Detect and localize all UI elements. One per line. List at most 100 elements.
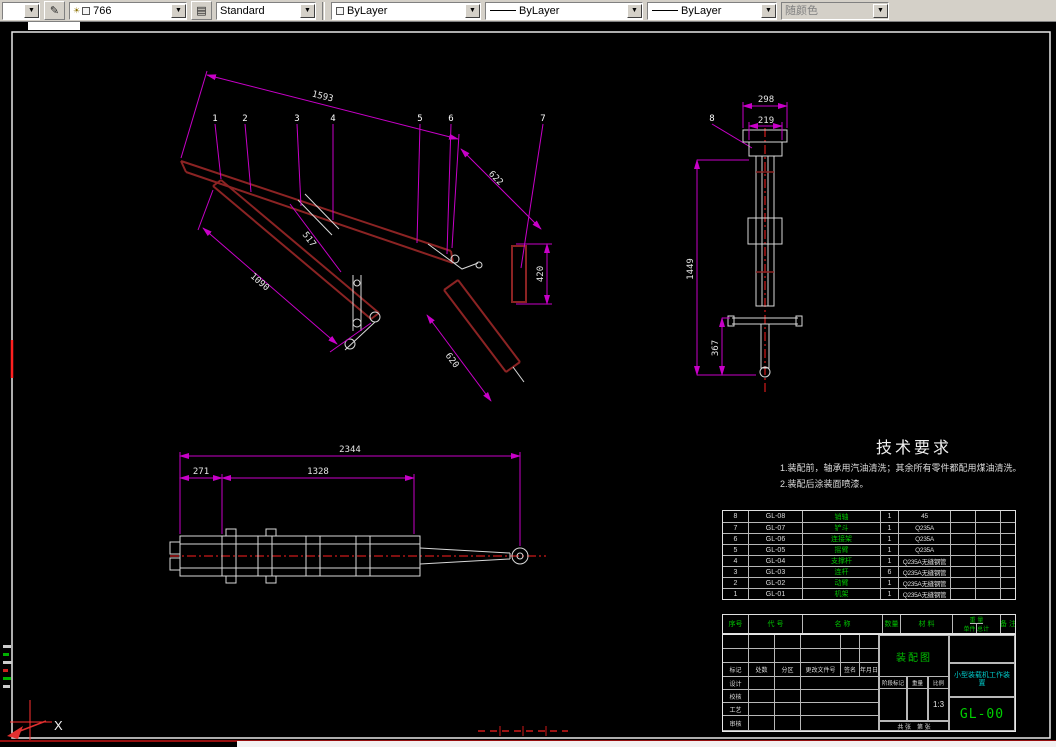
- bom-name: 机架: [803, 589, 881, 599]
- bom-unit-weight: [951, 556, 976, 566]
- bom-qty: 1: [881, 545, 899, 555]
- end-view-dimension-texts: 298 219 1449 367: [686, 95, 774, 356]
- color-swatch-icon: [336, 6, 344, 15]
- balloon-5: 5: [417, 114, 422, 124]
- bom-name: 销轴: [803, 511, 881, 522]
- bom-code: GL-05: [749, 545, 803, 555]
- chevron-down-icon[interactable]: ▼: [627, 3, 642, 18]
- bom-header-total-weight: 总计: [977, 627, 990, 633]
- bottom-scroll-strip[interactable]: [237, 741, 1056, 747]
- bom-total-weight: [976, 545, 1001, 555]
- chevron-down-icon: ▼: [873, 3, 888, 18]
- color-combo[interactable]: ByLayer ▼: [331, 1, 481, 20]
- bom-header-material: 材 料: [901, 615, 953, 633]
- bom-total-weight: [976, 589, 1001, 599]
- signature-grid: 设计 校核 工艺 审核: [723, 677, 879, 731]
- bom-row: 8 GL-08 销轴 1 45: [723, 511, 1015, 522]
- dim-620: 620: [443, 351, 461, 370]
- layer-on-icon: ☀: [73, 5, 81, 15]
- layer-combo[interactable]: ☀ 766 ▼: [69, 1, 187, 20]
- label-scale: 比例: [928, 677, 949, 689]
- scale-value: 1:3: [928, 689, 949, 721]
- bom-header-row: 序号 代 号 名 称 数量 材 料 重 量 单件 总计 备 注: [722, 614, 1016, 634]
- bom-row: 5 GL-05 摇臂 1 Q235A: [723, 544, 1015, 555]
- bom-remark: [1001, 523, 1015, 533]
- ucs-x-label: X: [54, 718, 63, 733]
- bom-header-remark: 备 注: [1001, 621, 1015, 628]
- bom-remark: [1001, 545, 1015, 555]
- dim-1449: 1449: [686, 258, 696, 280]
- bom-unit-weight: [951, 523, 976, 533]
- bom-total-weight: [976, 567, 1001, 577]
- bom-unit-weight: [951, 511, 976, 522]
- bom-code: GL-02: [749, 578, 803, 588]
- bom-name: 支撑杆: [803, 556, 881, 566]
- tech-requirements-title: 技术要求: [875, 440, 952, 457]
- org-cell: [949, 635, 1015, 663]
- dim-271: 271: [193, 467, 209, 477]
- layer-color-chip-icon: [82, 6, 91, 15]
- side-view-dimensions: [180, 70, 552, 402]
- label-approve: 审核: [723, 716, 749, 731]
- tech-requirements-line-2: 2.装配后涂装面喷漆。: [780, 479, 869, 489]
- layer-manager-button[interactable]: ▤: [191, 1, 212, 20]
- lineweight-combo[interactable]: ByLayer ▼: [647, 1, 777, 20]
- title-block: 标记 处数 分区 更改文件号 签名 年月日 设计 校核 工艺 审核 装配图 阶段…: [722, 634, 1016, 732]
- bom-remark: [1001, 578, 1015, 588]
- bom-no: 7: [723, 523, 749, 533]
- bom-header-qty: 数量: [883, 615, 901, 633]
- balloon-numbers: 1 2 3 4 5 6 7 8: [212, 114, 714, 124]
- chevron-down-icon[interactable]: ▼: [465, 3, 480, 18]
- bom-no: 6: [723, 534, 749, 544]
- bom-name: 动臂: [803, 578, 881, 588]
- balloon-2: 2: [242, 114, 247, 124]
- ucs-mini-combo[interactable]: ▼: [2, 1, 40, 20]
- label-process: 工艺: [723, 703, 749, 716]
- weight-value: [907, 689, 928, 721]
- linetype-combo[interactable]: ByLayer ▼: [485, 1, 643, 20]
- label-sign: 签名: [841, 663, 860, 677]
- bom-no: 2: [723, 578, 749, 588]
- bom-no: 5: [723, 545, 749, 555]
- project-name-cell: 小型装载机工作装置: [949, 663, 1015, 697]
- sheets-cell: 共 张 第 张: [879, 721, 949, 731]
- layer-previous-button[interactable]: ✎: [44, 1, 65, 20]
- revision-grid: 标记 处数 分区 更改文件号 签名 年月日: [723, 635, 879, 677]
- bom-code: GL-08: [749, 511, 803, 522]
- bom-unit-weight: [951, 545, 976, 555]
- balloon-1: 1: [212, 114, 217, 124]
- bom-qty: 1: [881, 534, 899, 544]
- bom-name: 铲斗: [803, 523, 881, 533]
- left-edge-marks: [3, 645, 12, 693]
- lineweight-combo-value: ByLayer: [681, 4, 722, 17]
- bom-material: Q235A无缝钢管: [899, 567, 951, 577]
- bom-material: Q235A: [899, 545, 951, 555]
- dim-367: 367: [711, 340, 721, 356]
- plotstyle-combo-value: 随颜色: [785, 4, 818, 17]
- plan-view-dimensions: [179, 452, 521, 546]
- label-stage: 阶段标记: [879, 677, 907, 689]
- bom-table: 8 GL-08 销轴 1 45 7 GL-07 铲斗 1 Q235A 6 GL-06 连接架 1 Q23…: [722, 510, 1016, 600]
- bom-no: 1: [723, 589, 749, 599]
- bom-material: Q235A: [899, 534, 951, 544]
- balloon-3: 3: [294, 114, 299, 124]
- chevron-down-icon[interactable]: ▼: [761, 3, 776, 18]
- plan-view-dimension-texts: 2344 271 1328: [193, 445, 361, 477]
- balloon-4: 4: [330, 114, 335, 124]
- dim-420: 420: [536, 266, 546, 282]
- chevron-down-icon[interactable]: ▼: [300, 3, 315, 18]
- bom-name: 摇臂: [803, 545, 881, 555]
- bom-material: Q235A无缝钢管: [899, 589, 951, 599]
- bom-header-weight-group: 重 量 单件 总计: [953, 615, 1001, 633]
- bom-remark: [1001, 567, 1015, 577]
- chevron-down-icon[interactable]: ▼: [171, 3, 186, 18]
- text-style-combo[interactable]: Standard ▼: [216, 1, 316, 20]
- layer-state-icons: ☀: [70, 5, 91, 15]
- side-view-dimension-texts: 1593 622 517 1090 420 620: [248, 90, 546, 371]
- toolbar-remnant-box: [28, 22, 80, 30]
- layers-icon: ▤: [196, 4, 207, 17]
- dim-2344: 2344: [339, 445, 361, 455]
- chevron-down-icon[interactable]: ▼: [24, 3, 39, 18]
- bom-name: 连杆: [803, 567, 881, 577]
- stage-value: [879, 689, 907, 721]
